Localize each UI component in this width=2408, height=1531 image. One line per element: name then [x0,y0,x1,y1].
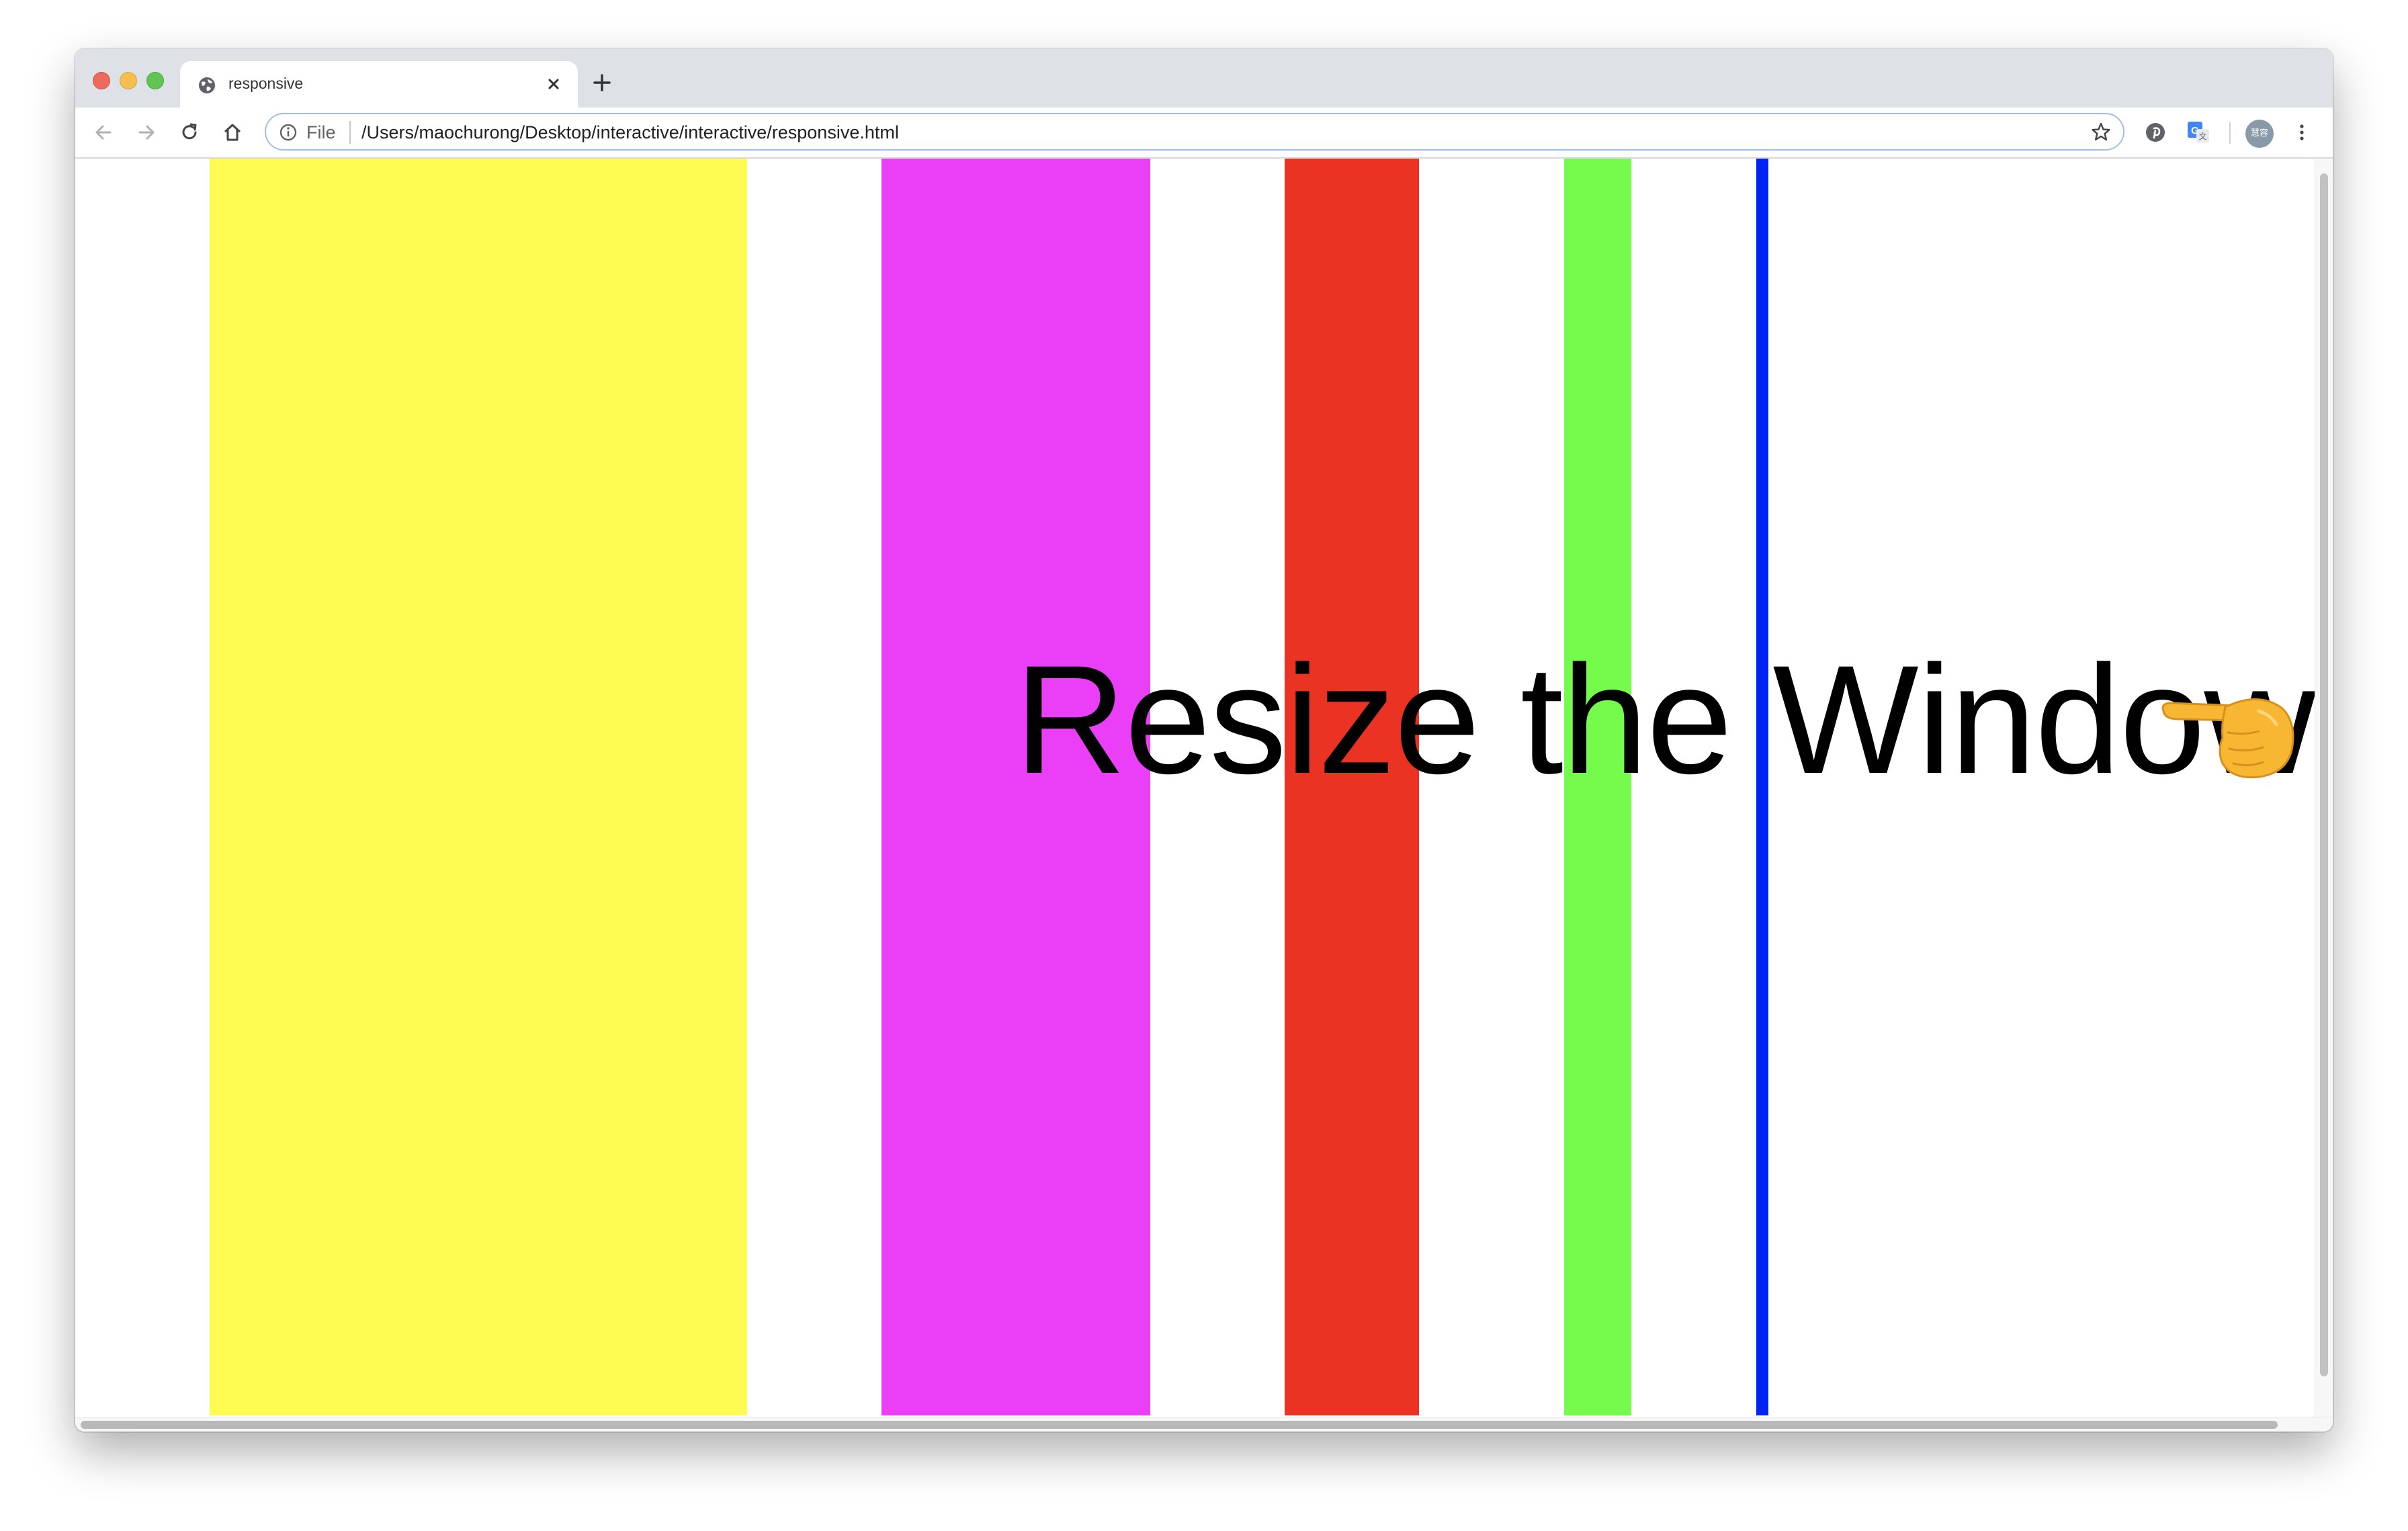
menu-button[interactable] [2286,116,2318,149]
pinterest-extension-button[interactable] [2139,116,2172,149]
horizontal-scrollbar[interactable] [75,1417,2333,1432]
info-icon[interactable] [278,122,298,142]
reload-button[interactable] [173,116,206,149]
profile-avatar[interactable]: 慧容 [2245,120,2274,148]
window-close-button[interactable] [93,72,110,89]
address-bar[interactable]: File /Users/maochurong/Desktop/interacti… [265,113,2124,151]
vertical-scrollbar-thumb[interactable] [2320,173,2328,1376]
arrow-left-icon [95,125,112,140]
tab-title: responsive [228,75,304,92]
browser-window: responsive File /Users/maochurong/Deskto… [75,49,2333,1432]
svg-text:文: 文 [2198,131,2206,141]
translate-extension-button[interactable]: G文 [2182,116,2214,149]
pinterest-icon [2146,123,2165,142]
reload-icon [182,123,197,140]
divider [349,121,351,144]
url-text[interactable]: /Users/maochurong/Desktop/interactive/in… [361,122,899,143]
new-tab-button[interactable] [587,68,617,97]
tab-strip: responsive [75,49,2333,108]
star-icon[interactable] [2090,121,2112,144]
yellow-stripe [210,159,747,1415]
page-headline: Resize the Window [1015,633,2315,806]
window-minimize-button[interactable] [120,72,137,89]
url-scheme-label: File [306,122,336,142]
forward-button[interactable] [130,116,163,149]
home-icon [224,124,241,141]
divider [2229,122,2231,144]
pointing-right-hand-icon [2161,698,2294,779]
arrow-right-icon [138,125,155,140]
plus-icon [593,74,611,91]
close-icon[interactable] [542,72,566,96]
kebab-menu-icon [2300,124,2304,140]
horizontal-scrollbar-thumb[interactable] [81,1421,2278,1429]
back-button[interactable] [87,116,120,149]
home-button[interactable] [216,116,249,149]
translate-icon: G文 [2188,122,2209,142]
window-maximize-button[interactable] [146,72,164,89]
browser-toolbar: File /Users/maochurong/Desktop/interacti… [75,108,2333,159]
vertical-scrollbar[interactable] [2315,159,2333,1417]
page-viewport: Resize the Window [75,159,2315,1417]
globe-icon [199,77,215,93]
tab-responsive[interactable]: responsive [180,61,578,108]
